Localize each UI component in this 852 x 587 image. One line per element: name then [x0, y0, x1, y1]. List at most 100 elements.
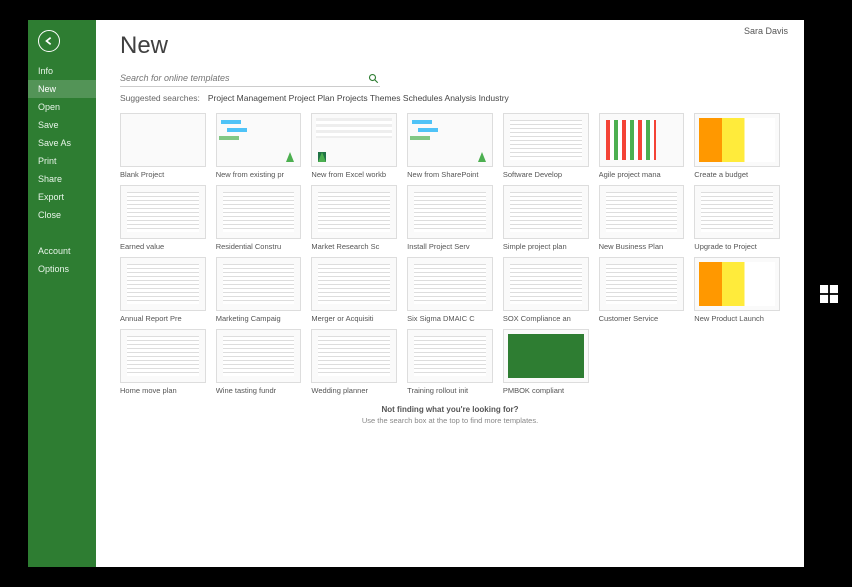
nav-info[interactable]: Info [28, 62, 96, 80]
template-tile[interactable]: New from SharePoint [407, 113, 493, 179]
template-tile[interactable]: Wedding planner [311, 329, 397, 395]
back-button[interactable] [38, 30, 60, 52]
search-box[interactable] [120, 70, 380, 87]
page-title: New [120, 32, 780, 60]
template-label: Blank Project [120, 170, 206, 179]
template-tile[interactable]: PMBOK compliant [503, 329, 589, 395]
template-thumb [120, 113, 206, 167]
template-tile[interactable]: Create a budget [694, 113, 780, 179]
template-tile[interactable]: Training rollout init [407, 329, 493, 395]
nav-open[interactable]: Open [28, 98, 96, 116]
template-thumb [311, 257, 397, 311]
nav-save-as[interactable]: Save As [28, 134, 96, 152]
template-thumb [216, 257, 302, 311]
windows-button[interactable] [820, 285, 838, 303]
template-label: Simple project plan [503, 242, 589, 251]
nav-share[interactable]: Share [28, 170, 96, 188]
template-tile[interactable]: Simple project plan [503, 185, 589, 251]
template-thumb [120, 257, 206, 311]
search-icon[interactable] [368, 72, 380, 84]
footer-line2: Use the search box at the top to find mo… [120, 416, 780, 425]
template-thumb [407, 329, 493, 383]
suggested-link[interactable]: Project Management [208, 93, 286, 103]
suggested-link[interactable]: Schedules [403, 93, 443, 103]
suggested-link[interactable]: Projects [337, 93, 368, 103]
template-tile[interactable]: New Business Plan [599, 185, 685, 251]
footer-line1: Not finding what you're looking for? [120, 405, 780, 414]
template-label: Merger or Acquisiti [311, 314, 397, 323]
template-thumb [407, 185, 493, 239]
template-tile[interactable]: New from Excel workb [311, 113, 397, 179]
template-label: Create a budget [694, 170, 780, 179]
template-thumb [407, 113, 493, 167]
template-thumb [216, 113, 302, 167]
suggested-link[interactable]: Project Plan [289, 93, 335, 103]
template-tile[interactable]: Customer Service [599, 257, 685, 323]
template-tile[interactable]: New from existing pr [216, 113, 302, 179]
template-label: Earned value [120, 242, 206, 251]
template-thumb [311, 185, 397, 239]
template-tile[interactable]: Residential Constru [216, 185, 302, 251]
template-tile[interactable]: Home move plan [120, 329, 206, 395]
template-tile[interactable]: Blank Project [120, 113, 206, 179]
template-tile[interactable]: Marketing Campaig [216, 257, 302, 323]
template-label: PMBOK compliant [503, 386, 589, 395]
template-label: Annual Report Pre [120, 314, 206, 323]
template-thumb [311, 329, 397, 383]
template-thumb [599, 113, 685, 167]
template-thumb [503, 185, 589, 239]
template-tile[interactable]: Agile project mana [599, 113, 685, 179]
template-label: Wine tasting fundr [216, 386, 302, 395]
template-label: Six Sigma DMAIC C [407, 314, 493, 323]
template-tile[interactable]: Wine tasting fundr [216, 329, 302, 395]
template-tile[interactable]: New Product Launch [694, 257, 780, 323]
template-label: New Product Launch [694, 314, 780, 323]
nav-close[interactable]: Close [28, 206, 96, 224]
template-label: Customer Service [599, 314, 685, 323]
suggested-link[interactable]: Industry [479, 93, 509, 103]
template-thumb [311, 113, 397, 167]
template-thumb [694, 185, 780, 239]
template-tile[interactable]: Earned value [120, 185, 206, 251]
template-thumb [216, 185, 302, 239]
template-thumb [599, 185, 685, 239]
nav-account[interactable]: Account [28, 242, 96, 260]
nav-export[interactable]: Export [28, 188, 96, 206]
nav-save[interactable]: Save [28, 116, 96, 134]
template-label: Home move plan [120, 386, 206, 395]
template-label: New from Excel workb [311, 170, 397, 179]
template-label: New from existing pr [216, 170, 302, 179]
nav-print[interactable]: Print [28, 152, 96, 170]
template-tile[interactable]: Annual Report Pre [120, 257, 206, 323]
template-tile[interactable]: Upgrade to Project [694, 185, 780, 251]
template-thumb [503, 329, 589, 383]
footer-hint: Not finding what you're looking for? Use… [120, 405, 780, 425]
user-name[interactable]: Sara Davis [744, 26, 788, 36]
suggested-label: Suggested searches: [120, 93, 200, 103]
template-thumb [503, 113, 589, 167]
template-thumb [503, 257, 589, 311]
template-grid: Blank Project New from existing pr New fro… [120, 113, 780, 395]
tablet-frame: InfoNewOpenSaveSave AsPrintShareExportCl… [0, 0, 852, 587]
template-label: New Business Plan [599, 242, 685, 251]
template-tile[interactable]: SOX Compliance an [503, 257, 589, 323]
nav-new[interactable]: New [28, 80, 96, 98]
template-label: Market Research Sc [311, 242, 397, 251]
nav-options[interactable]: Options [28, 260, 96, 278]
template-thumb [694, 257, 780, 311]
template-thumb [120, 329, 206, 383]
template-tile[interactable]: Software Develop [503, 113, 589, 179]
template-label: Training rollout init [407, 386, 493, 395]
template-label: Agile project mana [599, 170, 685, 179]
suggested-link[interactable]: Themes [370, 93, 401, 103]
template-tile[interactable]: Market Research Sc [311, 185, 397, 251]
template-label: New from SharePoint [407, 170, 493, 179]
suggested-link[interactable]: Analysis [445, 93, 477, 103]
template-thumb [407, 257, 493, 311]
template-tile[interactable]: Install Project Serv [407, 185, 493, 251]
template-thumb [120, 185, 206, 239]
app-screen: InfoNewOpenSaveSave AsPrintShareExportCl… [28, 20, 804, 567]
template-tile[interactable]: Merger or Acquisiti [311, 257, 397, 323]
template-tile[interactable]: Six Sigma DMAIC C [407, 257, 493, 323]
search-input[interactable] [120, 70, 368, 86]
